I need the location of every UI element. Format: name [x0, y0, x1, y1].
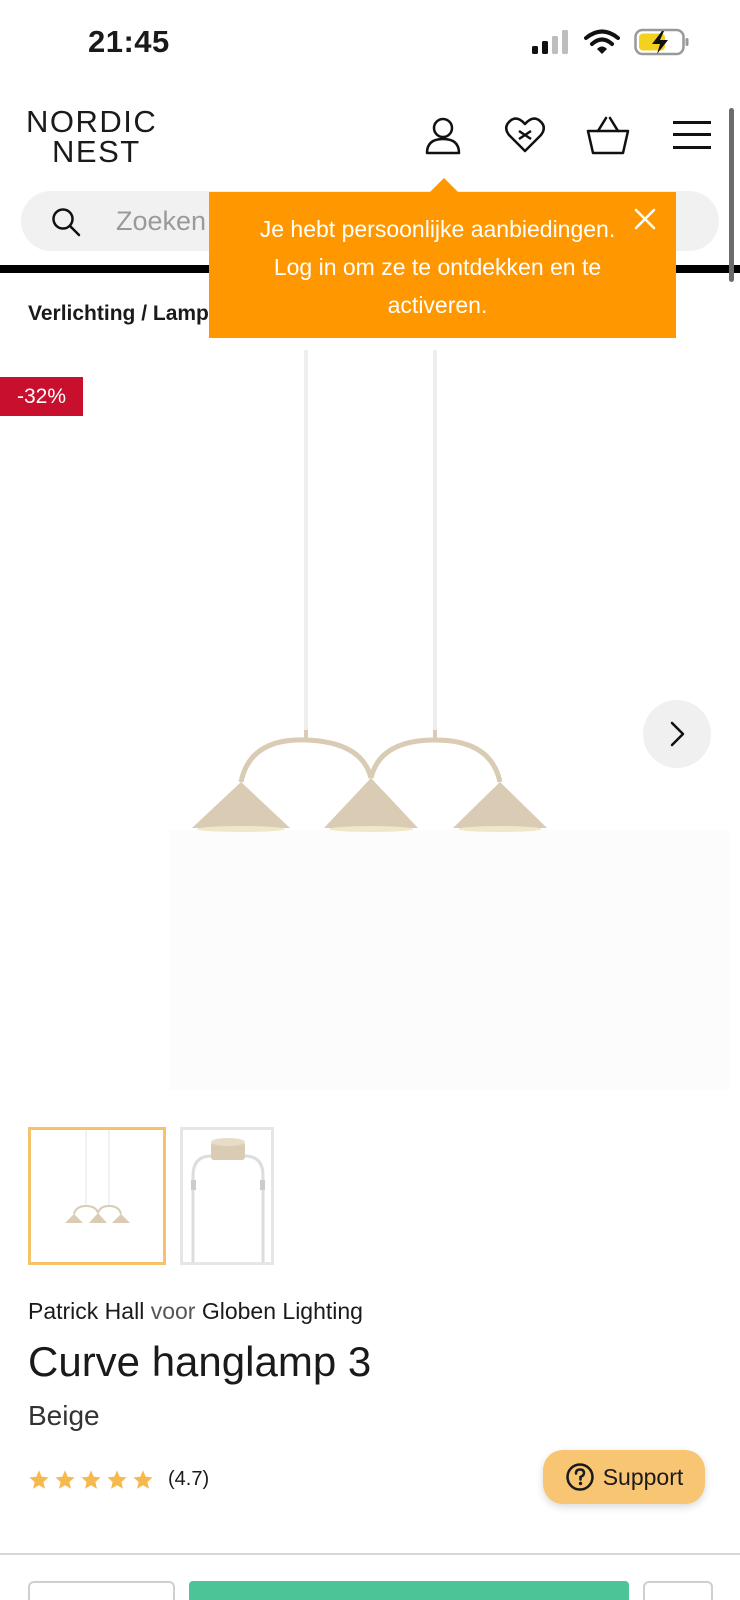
quantity-selector[interactable]	[28, 1581, 175, 1600]
product-variant: Beige	[28, 1400, 100, 1431]
product-image[interactable]	[0, 350, 740, 1110]
wishlist-icon[interactable]	[503, 113, 547, 157]
brand-line: Patrick Hall voor Globen Lighting	[28, 1298, 363, 1325]
thumbnail-2[interactable]	[180, 1127, 274, 1265]
star-icon	[133, 1469, 153, 1489]
thumbnail-detail-image	[191, 1138, 265, 1262]
site-header: NORDIC NEST	[0, 95, 740, 185]
tooltip-text: Je hebt persoonlijke aanbiedingen. Log i…	[259, 216, 616, 318]
status-bar: 21:45	[0, 0, 740, 90]
thumbnail-lamp-image	[65, 1130, 130, 1223]
discount-badge: -32%	[0, 377, 83, 416]
status-time: 21:45	[88, 24, 170, 59]
add-to-cart-button[interactable]	[189, 1581, 629, 1600]
help-icon	[565, 1463, 594, 1491]
basket-icon[interactable]	[586, 113, 630, 157]
star-icon	[107, 1469, 127, 1489]
signal-icon	[532, 30, 568, 54]
tooltip-arrow	[430, 178, 458, 192]
brand-connector: voor	[150, 1298, 196, 1324]
support-button[interactable]: Support	[543, 1450, 705, 1504]
search-icon	[52, 208, 81, 237]
star-icon	[29, 1469, 49, 1489]
product-title: Curve hanglamp 3	[28, 1338, 372, 1385]
close-icon[interactable]	[632, 206, 658, 232]
logo-line-1: NORDIC	[26, 104, 158, 139]
thumbnail-1[interactable]	[28, 1127, 166, 1265]
nordic-nest-logo[interactable]: NORDIC NEST	[26, 104, 166, 169]
designer-name[interactable]: Patrick Hall	[28, 1298, 144, 1324]
product-rating[interactable]: (4.7)	[28, 1468, 209, 1491]
brand-name[interactable]: Globen Lighting	[202, 1298, 363, 1324]
battery-charging-icon	[634, 28, 689, 56]
bottom-divider	[0, 1553, 740, 1555]
logo-line-2: NEST	[52, 134, 141, 169]
next-image-button[interactable]	[643, 700, 711, 768]
offers-tooltip: Je hebt persoonlijke aanbiedingen. Log i…	[209, 192, 676, 338]
wifi-icon	[584, 29, 620, 54]
wishlist-button[interactable]	[643, 1581, 713, 1600]
breadcrumb[interactable]: Verlichting / Lamp	[28, 302, 209, 326]
star-icon	[81, 1469, 101, 1489]
menu-icon[interactable]	[670, 113, 714, 157]
rating-value: (4.7)	[168, 1468, 210, 1490]
scrollbar[interactable]	[729, 108, 734, 282]
chevron-right-icon	[670, 721, 685, 747]
status-icons	[530, 28, 690, 56]
support-label: Support	[602, 1463, 684, 1490]
star-icon	[55, 1469, 75, 1489]
account-icon[interactable]	[421, 113, 465, 157]
